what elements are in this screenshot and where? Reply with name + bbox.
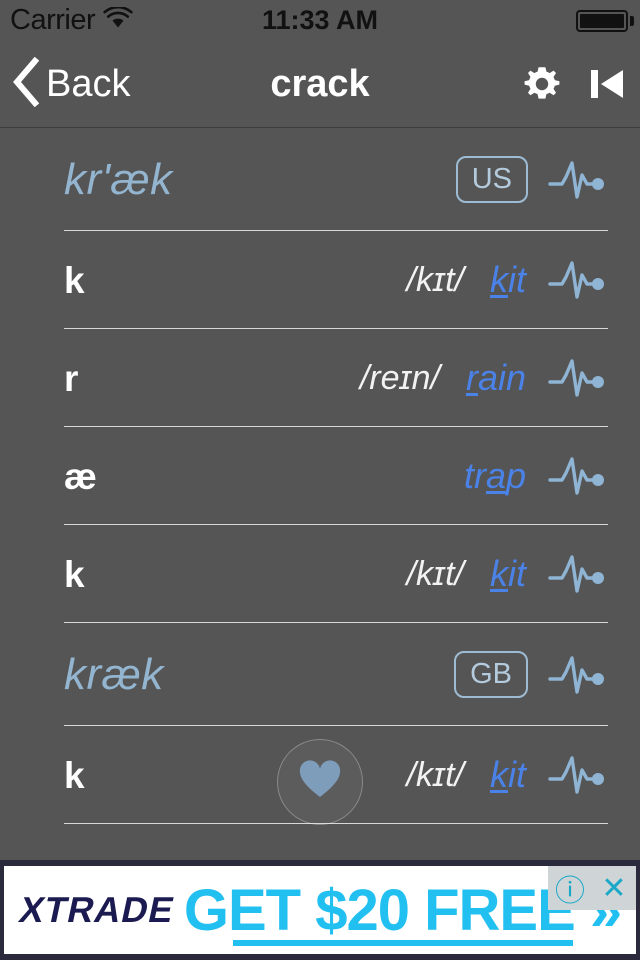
ad-close-icon[interactable]: ✕ [592,866,636,910]
phoneme-symbol: æ [64,455,97,497]
waveform-play-icon[interactable] [548,652,608,698]
favorite-button[interactable] [277,739,363,825]
ad-banner[interactable]: XTRADE GET $20 FREE » ⓘ ✕ [0,860,640,960]
ad-headline-underline [232,939,573,946]
navigation-bar-actions [522,40,626,128]
phoneme-symbol: k [64,553,85,595]
battery-icon [576,10,628,32]
example-word[interactable]: kit [490,262,526,298]
phoneme-row[interactable]: k/kɪt/kit [0,231,640,329]
example-word-post: it [508,553,526,594]
waveform-play-icon[interactable] [548,157,608,203]
ad-brand-label: XTRADE [15,889,179,930]
example-word-highlight: a [485,455,506,496]
pronunciation-row[interactable]: kr'æk US [0,128,640,231]
pronunciation-list: kr'æk US k/kɪt/kit r/reɪn/rain æ trap k/kɪt/ki… [0,128,640,824]
example-word-post: it [508,754,526,795]
example-word-highlight: k [490,259,508,300]
ad-info-icon[interactable]: ⓘ [548,866,592,910]
waveform-play-icon[interactable] [548,257,608,303]
clock-label: 11:33 AM [261,5,379,35]
example-word-highlight: r [465,357,478,398]
navigation-bar: Back crack [0,40,640,128]
example-word-highlight: k [490,553,508,594]
ipa-transcription: kr'æk [64,154,173,204]
waveform-play-icon[interactable] [548,551,608,597]
phoneme-ipa: /kɪt/ [406,261,464,299]
battery-nub-icon [630,16,634,26]
phoneme-row[interactable]: r/reɪn/rain [0,329,640,427]
ad-badges: ⓘ ✕ [548,866,636,910]
pronunciation-row[interactable]: kræk GB [0,623,640,726]
ad-brand-logo: XTRADE [16,889,179,931]
example-word-post: it [508,259,526,300]
phoneme-symbol: k [64,259,85,301]
phoneme-row[interactable]: k/kɪt/kit [0,525,640,623]
waveform-play-icon[interactable] [548,752,608,798]
phoneme-ipa: /kɪt/ [406,555,464,593]
heart-icon [298,759,342,805]
row-separator [64,823,608,824]
skip-previous-icon[interactable] [588,64,626,104]
example-word-post: p [505,455,526,496]
phoneme-symbol: k [64,754,85,796]
example-word-pre: tr [463,455,486,496]
accent-badge[interactable]: US [455,156,528,203]
phoneme-symbol: r [64,357,79,399]
ipa-transcription: kræk [64,649,164,699]
example-word[interactable]: rain [466,360,526,396]
example-word[interactable]: kit [490,556,526,592]
example-word[interactable]: trap [464,458,526,494]
waveform-play-icon[interactable] [548,355,608,401]
phoneme-ipa: /kɪt/ [406,756,464,794]
gear-icon[interactable] [522,64,562,104]
phoneme-row[interactable]: æ trap [0,427,640,525]
example-word-post: ain [477,357,526,398]
app-root: Carrier 11:33 AM Back crack kr'æk US k /… [0,0,640,960]
example-word[interactable]: kit [490,757,526,793]
example-word-highlight: k [490,754,508,795]
status-bar: Carrier 11:33 AM [0,0,640,40]
accent-badge[interactable]: GB [454,651,528,698]
waveform-play-icon[interactable] [548,453,608,499]
phoneme-ipa: /reɪn/ [359,359,440,397]
ad-content[interactable]: XTRADE GET $20 FREE » ⓘ ✕ [4,866,636,954]
